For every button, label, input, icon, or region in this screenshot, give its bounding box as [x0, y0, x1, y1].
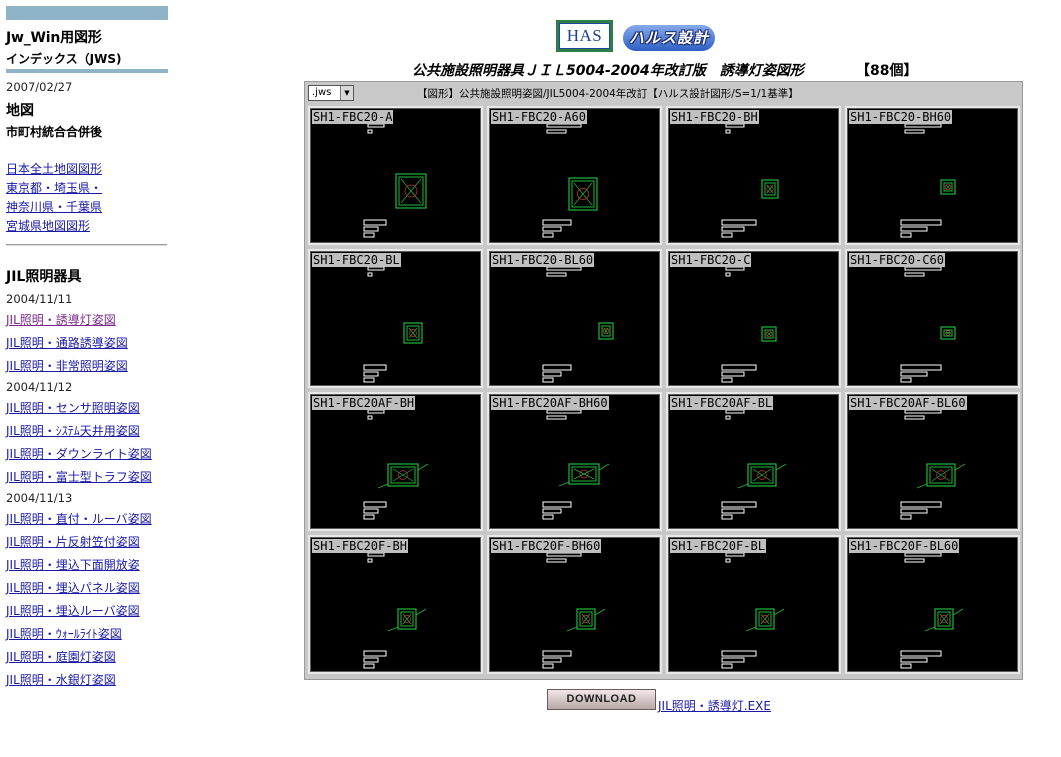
figure-name: SH1-FBC20AF-BH	[312, 396, 416, 410]
fixture-drawing	[721, 409, 787, 520]
brand-logo: ハルス設計	[623, 25, 716, 51]
gallery-caption: 【図形】公共施設照明姿図/JIL5004-2004年改訂【ハルス設計図形/S=1…	[417, 88, 799, 100]
sidebar-subtitle: インデックス（JWS)	[6, 52, 122, 66]
jil-link-yudoto[interactable]: JIL照明・誘導灯姿図	[6, 311, 116, 328]
figure-name: SH1-FBC20AF-BH60	[491, 396, 609, 410]
has-logo: HAS	[556, 20, 613, 52]
figure-thumbnail[interactable]: SH1-FBC20F-BH	[308, 535, 483, 674]
figure-thumbnail[interactable]: SH1-FBC20AF-BL	[666, 392, 841, 531]
jil-link-sensor[interactable]: JIL照明・センサ照明姿図	[6, 399, 140, 416]
jil-link-kata-hansha[interactable]: JIL照明・片反射笠付姿図	[6, 533, 140, 550]
map-link-miyagi[interactable]: 宮城県地図図形	[6, 217, 90, 234]
figure-name: SH1-FBC20-BL60	[491, 253, 595, 267]
jil-link-umekomi-kaiho[interactable]: JIL照明・埋込下面開放姿	[6, 556, 140, 573]
download-file-link[interactable]: JIL照明・誘導灯.EXE	[658, 697, 771, 714]
figure-thumbnail[interactable]: SH1-FBC20F-BH60	[487, 535, 662, 674]
fixture-drawing	[542, 552, 606, 669]
figure-name: SH1-FBC20-C60	[849, 253, 945, 267]
figure-thumbnail[interactable]: SH1-FBC20-C	[666, 249, 841, 388]
map-link-tokyo-saitama[interactable]: 東京都・埼玉県・	[6, 179, 102, 196]
download-button[interactable]: DOWNLOAD	[547, 689, 656, 710]
fixture-drawing	[363, 123, 427, 238]
sidebar: Jw_Win用図形 インデックス（JWS) 2007/02/27 地図 市町村統…	[0, 0, 172, 757]
sidebar-date: 2004/11/11	[6, 292, 73, 306]
file-extension-select[interactable]: .jws ▼	[308, 85, 354, 101]
figure-thumbnail[interactable]: SH1-FBC20-BL	[308, 249, 483, 388]
fixture-drawing	[900, 266, 956, 383]
figure-thumbnail[interactable]: SH1-FBC20AF-BH60	[487, 392, 662, 531]
jil-link-fuji-trough[interactable]: JIL照明・富士型トラフ姿図	[6, 468, 152, 485]
figure-name: SH1-FBC20-BH60	[849, 110, 953, 124]
figure-thumbnail[interactable]: SH1-FBC20-C60	[845, 249, 1020, 388]
figure-thumbnail[interactable]: SH1-FBC20-A60	[487, 106, 662, 245]
map-heading: 地図	[6, 103, 34, 119]
figure-name: SH1-FBC20F-BL	[670, 539, 766, 553]
jil-link-tsuro-yudo[interactable]: JIL照明・通路誘導姿図	[6, 334, 128, 351]
has-logo-text: HAS	[559, 23, 610, 49]
jil-link-hijo-shomei[interactable]: JIL照明・非常照明姿図	[6, 357, 128, 374]
jil-heading: JIL照明器具	[6, 269, 82, 285]
fixture-drawing	[363, 409, 429, 520]
jil-link-mercury-light[interactable]: JIL照明・水銀灯姿図	[6, 671, 116, 688]
figure-thumbnail[interactable]: SH1-FBC20-A	[308, 106, 483, 245]
figure-thumbnail[interactable]: SH1-FBC20AF-BH	[308, 392, 483, 531]
fixture-drawing	[542, 266, 614, 383]
jil-link-downlight[interactable]: JIL照明・ダウンライト姿図	[6, 445, 152, 462]
sidebar-divider-bar	[6, 69, 168, 73]
figure-name: SH1-FBC20-A	[312, 110, 394, 124]
map-link-kanagawa-chiba[interactable]: 神奈川県・千葉県	[6, 198, 102, 215]
jil-link-system-ceiling[interactable]: JIL照明・ｼｽﾃﾑ天井用姿図	[6, 422, 140, 439]
dropdown-arrow-icon[interactable]: ▼	[340, 86, 353, 100]
jil-link-umekomi-panel[interactable]: JIL照明・埋込パネル姿図	[6, 579, 140, 596]
fixture-drawing	[363, 552, 427, 669]
figure-thumbnail[interactable]: SH1-FBC20F-BL60	[845, 535, 1020, 674]
page-title: 公共施設照明器具ＪＩＬ5004-2004年改訂版 誘導灯姿図形	[412, 63, 804, 79]
fixture-drawing	[900, 409, 966, 520]
fixture-drawing	[542, 409, 610, 520]
figure-name: SH1-FBC20F-BH	[312, 539, 408, 553]
sidebar-date: 2004/11/13	[6, 491, 73, 505]
figure-name: SH1-FBC20AF-BL60	[849, 396, 967, 410]
sidebar-date: 2007/02/27	[6, 80, 73, 94]
fixture-drawing	[363, 266, 423, 383]
figure-thumbnail[interactable]: SH1-FBC20-BH60	[845, 106, 1020, 245]
figure-name: SH1-FBC20-BL	[312, 253, 401, 267]
jil-link-umekomi-louver[interactable]: JIL照明・埋込ルーバ姿図	[6, 602, 140, 619]
jil-link-wall-light[interactable]: JIL照明・ｳｫｰﾙﾗｲﾄ姿図	[6, 625, 122, 642]
figure-thumbnail[interactable]: SH1-FBC20-BH	[666, 106, 841, 245]
map-subheading: 市町村統合合併後	[6, 125, 103, 139]
jil-link-garden-light[interactable]: JIL照明・庭園灯姿図	[6, 648, 116, 665]
fixture-drawing	[900, 552, 964, 669]
sidebar-date: 2004/11/12	[6, 380, 73, 394]
sidebar-horizontal-rule	[6, 244, 167, 246]
figure-gallery-panel: .jws ▼ 【図形】公共施設照明姿図/JIL5004-2004年改訂【ハルス設…	[304, 81, 1023, 680]
figure-name: SH1-FBC20-BH	[670, 110, 759, 124]
figure-name: SH1-FBC20-C	[670, 253, 752, 267]
figure-thumbnail[interactable]: SH1-FBC20F-BL	[666, 535, 841, 674]
jil-link-jikatsuke-louver[interactable]: JIL照明・直付・ルーバ姿図	[6, 510, 152, 527]
fixture-drawing	[900, 123, 956, 238]
file-extension-value: .jws	[312, 87, 332, 98]
sidebar-title: Jw_Win用図形	[6, 30, 102, 46]
figure-name: SH1-FBC20AF-BL	[670, 396, 774, 410]
figure-name: SH1-FBC20F-BH60	[491, 539, 602, 553]
sidebar-top-bar	[6, 6, 168, 20]
fixture-drawing	[721, 266, 777, 383]
item-count: 【88個】	[856, 63, 918, 79]
figure-name: SH1-FBC20F-BL60	[849, 539, 960, 553]
figure-thumbnail[interactable]: SH1-FBC20AF-BL60	[845, 392, 1020, 531]
figure-thumbnail[interactable]: SH1-FBC20-BL60	[487, 249, 662, 388]
fixture-drawing	[542, 123, 598, 238]
map-link-japan[interactable]: 日本全土地図図形	[6, 160, 102, 177]
figure-name: SH1-FBC20-A60	[491, 110, 587, 124]
fixture-drawing	[721, 552, 785, 669]
fixture-drawing	[721, 123, 779, 238]
